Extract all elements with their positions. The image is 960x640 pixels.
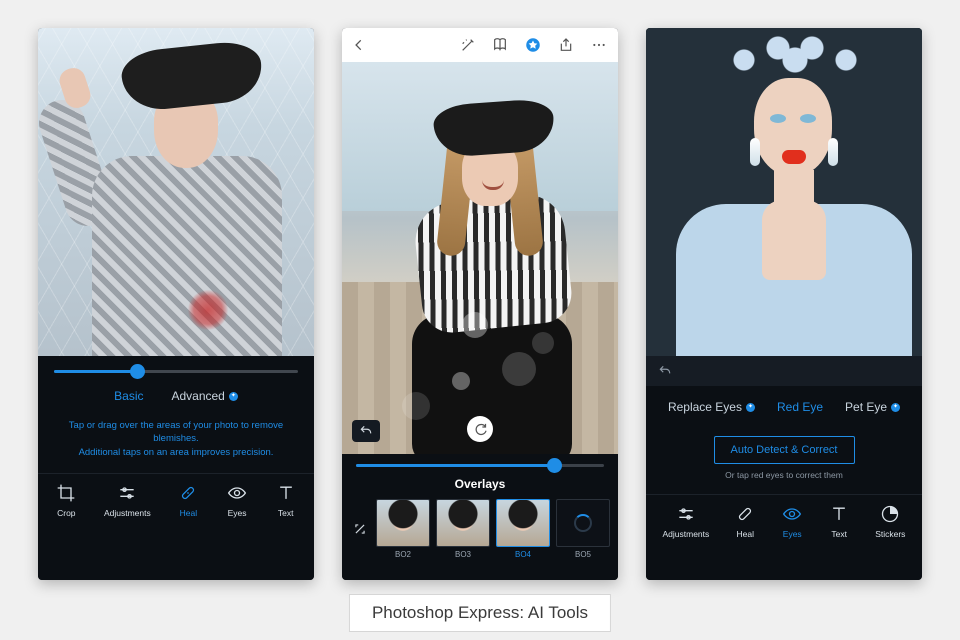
auto-detect-subtext: Or tap red eyes to correct them	[646, 470, 922, 480]
ai-badge-icon: ✦	[746, 403, 755, 412]
loading-spinner-icon	[574, 514, 592, 532]
sliders-icon	[116, 482, 138, 504]
tool-text[interactable]: Text	[275, 482, 297, 518]
bandage-icon	[734, 503, 756, 525]
overlay-thumb-bo5[interactable]: BO5	[556, 499, 610, 559]
tool-eyes[interactable]: Eyes	[781, 503, 803, 539]
heal-brush-marker	[188, 290, 228, 330]
bottom-toolbar: Adjustments Heal Eyes Text Stickers	[646, 494, 922, 549]
tab-replace-eyes[interactable]: Replace Eyes✦	[668, 400, 755, 414]
eye-icon	[781, 503, 803, 525]
overlay-thumb-bo4[interactable]: BO4	[496, 499, 550, 559]
back-icon[interactable]	[352, 38, 366, 52]
sticker-icon	[879, 503, 901, 525]
undo-bar	[646, 356, 922, 386]
compare-button[interactable]	[467, 416, 493, 442]
sliders-icon	[675, 503, 697, 525]
tool-crop[interactable]: Crop	[55, 482, 77, 518]
tab-red-eye[interactable]: Red Eye	[777, 400, 823, 414]
star-badge-icon[interactable]	[524, 36, 542, 54]
tab-basic[interactable]: Basic	[114, 389, 143, 403]
caption: Photoshop Express: AI Tools	[349, 594, 611, 632]
overlay-thumb-bo2[interactable]: BO2	[376, 499, 430, 559]
expand-thumbs-icon[interactable]	[350, 499, 370, 559]
more-icon[interactable]	[590, 37, 608, 53]
undo-button[interactable]	[352, 420, 380, 442]
brush-size-slider[interactable]	[54, 370, 298, 373]
magic-wand-icon[interactable]	[460, 37, 476, 53]
ai-badge-icon: ✦	[229, 392, 238, 401]
text-icon	[828, 503, 850, 525]
tab-advanced[interactable]: Advanced✦	[171, 389, 237, 403]
tool-eyes[interactable]: Eyes	[226, 482, 248, 518]
tool-adjustments[interactable]: Adjustments	[104, 482, 151, 518]
crop-icon	[55, 482, 77, 504]
ai-badge-icon: ✦	[891, 403, 900, 412]
phone-overlays: Overlays BO2 BO3 BO4 BO5	[342, 28, 618, 580]
overlay-intensity-slider[interactable]	[356, 464, 604, 467]
share-icon[interactable]	[558, 37, 574, 53]
slider-thumb[interactable]	[130, 364, 145, 379]
overlay-thumb-bo3[interactable]: BO3	[436, 499, 490, 559]
phone-eyes: Replace Eyes✦ Red Eye Pet Eye✦ Auto Dete…	[646, 28, 922, 580]
phone-heal: Basic Advanced✦ Tap or drag over the are…	[38, 28, 314, 580]
eye-icon	[226, 482, 248, 504]
section-title: Overlays	[342, 471, 618, 499]
top-bar	[342, 28, 618, 62]
tool-heal[interactable]: Heal	[177, 482, 199, 518]
auto-detect-button[interactable]: Auto Detect & Correct	[714, 436, 855, 464]
tool-text[interactable]: Text	[828, 503, 850, 539]
photo-canvas[interactable]	[38, 28, 314, 356]
photo-canvas[interactable]	[646, 28, 922, 356]
book-icon[interactable]	[492, 37, 508, 53]
tool-stickers[interactable]: Stickers	[875, 503, 905, 539]
bottom-toolbar: Crop Adjustments Heal Eyes Text	[38, 473, 314, 528]
tab-pet-eye[interactable]: Pet Eye✦	[845, 400, 900, 414]
undo-button[interactable]	[656, 364, 674, 378]
tool-adjustments[interactable]: Adjustments	[662, 503, 709, 539]
hint-text: Tap or drag over the areas of your photo…	[38, 409, 314, 473]
tool-heal[interactable]: Heal	[734, 503, 756, 539]
bandage-icon	[177, 482, 199, 504]
text-icon	[275, 482, 297, 504]
photo-canvas[interactable]	[342, 62, 618, 454]
